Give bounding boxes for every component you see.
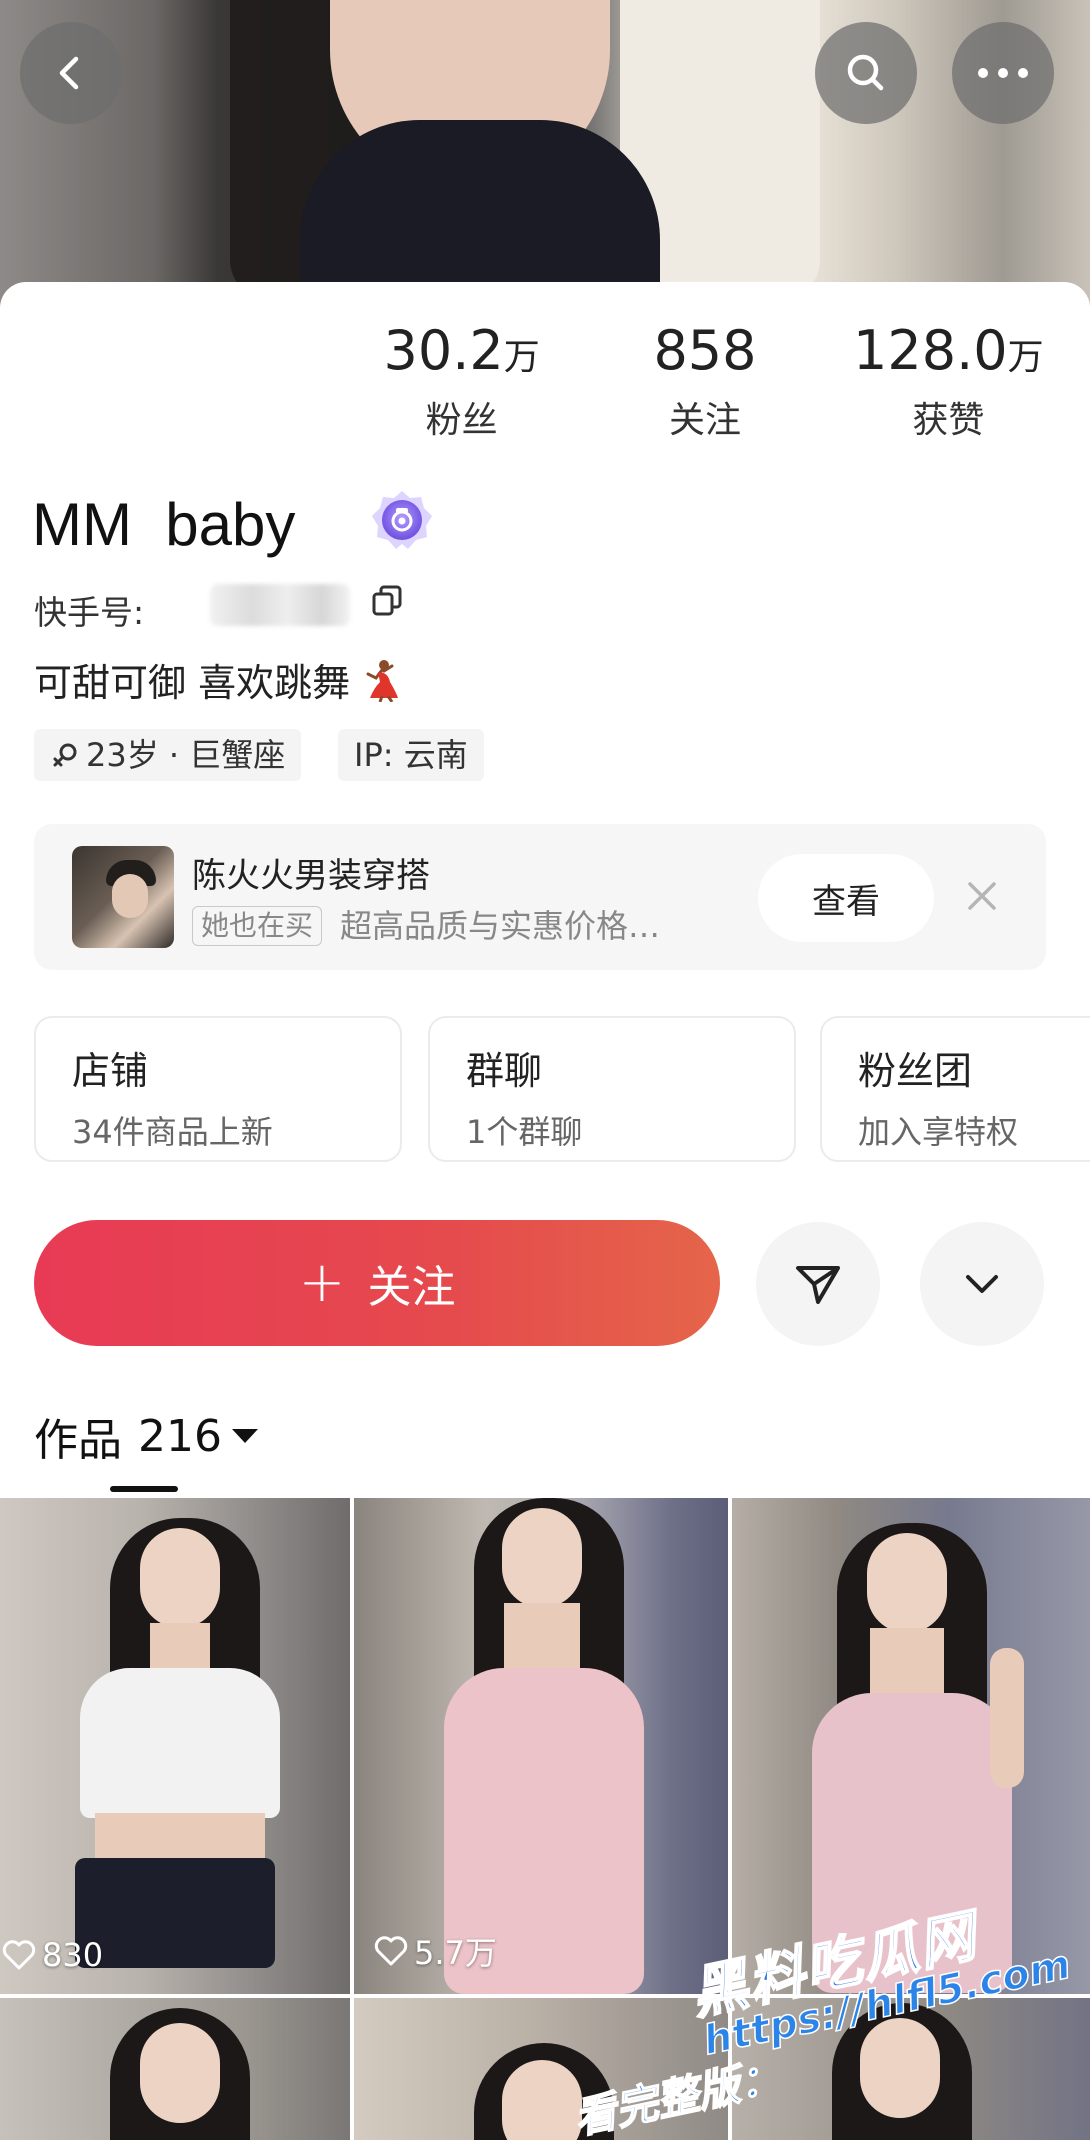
shop-entry-title: 店铺 <box>72 1049 149 1093</box>
ip-tag: IP: 云南 <box>338 729 484 781</box>
fan-club-entry[interactable]: 粉丝团 加入享特权 <box>820 1016 1090 1162</box>
follow-label: 关注 <box>367 1262 456 1313</box>
bio: 可甜可御 喜欢跳舞 <box>34 652 402 707</box>
kuaishou-id-label: 快手号: <box>34 593 145 632</box>
stats-row: 30.2万 粉丝 858 关注 128.0万 获赞 <box>340 313 1070 453</box>
caret-down-icon <box>231 1429 258 1443</box>
works-count: 216 <box>138 1410 222 1462</box>
promo-title: 陈火火男装穿搭 <box>192 856 430 896</box>
plus-icon: + <box>298 1250 346 1315</box>
video-likes: 5.7万 <box>374 1928 497 1974</box>
heart-icon <box>374 1936 408 1966</box>
fan-club-entry-title: 粉丝团 <box>858 1049 973 1093</box>
follow-button[interactable]: + 关注 <box>34 1220 720 1346</box>
search-button[interactable] <box>815 22 917 124</box>
works-label: 作品 <box>34 1415 122 1466</box>
group-chat-entry-title: 群聊 <box>466 1049 543 1093</box>
stat-unit: 万 <box>1007 337 1044 378</box>
profile-name: MM baby <box>32 491 296 558</box>
message-button[interactable] <box>756 1222 880 1346</box>
bio-text: 可甜可御 喜欢跳舞 <box>34 661 351 705</box>
video-likes-count: 830 <box>42 1936 104 1974</box>
works-tab-indicator <box>110 1486 178 1492</box>
profile-card: 30.2万 粉丝 858 关注 128.0万 获赞 MM baby 快手号: 可… <box>0 282 1090 2140</box>
stat-value: 128.0 <box>853 319 1008 382</box>
stat-label: 粉丝 <box>425 400 498 441</box>
shop-entry[interactable]: 店铺 34件商品上新 <box>34 1016 402 1162</box>
age-text: 23岁 · 巨蟹座 <box>86 736 286 774</box>
more-icon <box>978 68 1028 78</box>
promo-description: 超高品质与实惠价格… <box>340 907 661 945</box>
shopping-promo-banner[interactable]: 陈火火男装穿搭 她也在买 超高品质与实惠价格… 查看 <box>34 824 1046 970</box>
shop-entry-subtitle: 34件商品上新 <box>72 1113 273 1151</box>
video-likes: 830 <box>2 1936 103 1974</box>
stat-label: 获赞 <box>912 400 985 441</box>
chevron-down-icon <box>966 1275 998 1293</box>
stat-likes[interactable]: 128.0万 获赞 <box>827 313 1070 453</box>
dancer-emoji-icon <box>366 660 399 702</box>
group-chat-entry[interactable]: 群聊 1个群聊 <box>428 1016 796 1162</box>
promo-tag: 她也在买 <box>192 906 323 946</box>
stat-value: 858 <box>653 319 757 382</box>
stat-fans[interactable]: 30.2万 粉丝 <box>340 313 583 453</box>
stat-label: 关注 <box>668 400 741 441</box>
kuaishou-id-value-blurred <box>210 584 350 626</box>
female-icon <box>53 743 77 767</box>
heart-icon <box>2 1940 36 1970</box>
search-icon <box>847 54 884 91</box>
video-tile[interactable] <box>0 1998 350 2140</box>
promo-thumbnail <box>72 846 174 948</box>
verified-badge-icon[interactable] <box>370 488 434 552</box>
close-icon[interactable] <box>962 876 1002 916</box>
more-button[interactable] <box>952 22 1054 124</box>
stat-following[interactable]: 858 关注 <box>583 313 826 453</box>
view-button[interactable]: 查看 <box>758 854 934 942</box>
ip-text: IP: 云南 <box>354 736 468 774</box>
copy-icon[interactable] <box>370 584 404 618</box>
back-button[interactable] <box>20 22 122 124</box>
video-likes-count: 5.7万 <box>414 1934 497 1972</box>
age-tag: 23岁 · 巨蟹座 <box>34 729 302 781</box>
works-tab[interactable]: 作品 216 <box>34 1404 258 1468</box>
send-icon <box>796 1266 840 1304</box>
back-icon <box>59 56 79 90</box>
video-tile[interactable]: 830 <box>0 1498 350 1994</box>
cover-photo <box>0 0 1090 320</box>
expand-button[interactable] <box>920 1222 1044 1346</box>
works-grid: 830 5.7万 <box>0 1498 1090 2140</box>
fan-club-entry-subtitle: 加入享特权 <box>858 1113 1019 1151</box>
stat-value: 30.2 <box>383 319 504 382</box>
stat-unit: 万 <box>503 337 540 378</box>
group-chat-entry-subtitle: 1个群聊 <box>466 1113 583 1151</box>
video-tile[interactable]: 5.7万 <box>354 1498 728 1994</box>
